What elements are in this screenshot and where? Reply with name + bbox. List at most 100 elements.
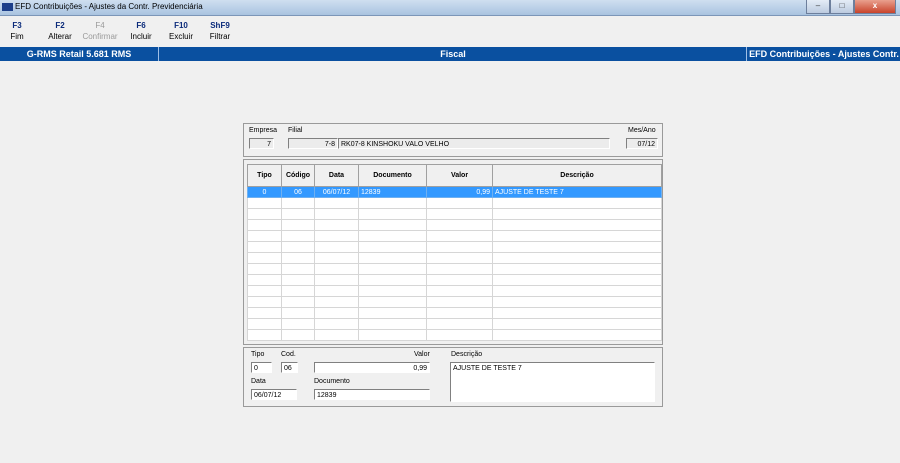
filial-label: Filial — [288, 127, 303, 134]
toolbar-label: Filtrar — [209, 32, 231, 41]
table-row-empty[interactable] — [247, 208, 662, 220]
table-cell-empty — [314, 285, 359, 297]
table-cell-empty — [492, 219, 662, 231]
table-row-empty[interactable] — [247, 274, 662, 286]
toolbar-button-fim[interactable]: F3 Fim — [2, 16, 32, 43]
table-row[interactable]: 0 06 06/07/12 12839 0,99 AJUSTE DE TESTE… — [247, 186, 662, 198]
table-cell-empty — [426, 285, 493, 297]
toolbar-button-excluir[interactable]: F10 Excluir — [164, 16, 198, 43]
table-cell-empty — [358, 296, 427, 308]
cell-codigo: 06 — [281, 186, 315, 198]
table-cell-empty — [426, 274, 493, 286]
toolbar-button-confirmar[interactable]: F4 Confirmar — [80, 16, 120, 43]
table-cell-empty — [426, 252, 493, 264]
column-header-data[interactable]: Data — [314, 164, 359, 187]
documento-input[interactable]: 12839 — [314, 389, 430, 400]
column-header-codigo[interactable]: Código — [281, 164, 315, 187]
table-cell-empty — [492, 318, 662, 330]
descricao-label: Descrição — [451, 351, 483, 358]
table-cell-empty — [281, 230, 315, 242]
data-label: Data — [251, 378, 266, 385]
toolbar-label: Confirmar — [82, 32, 118, 41]
table-cell-empty — [281, 274, 315, 286]
table-row-empty[interactable] — [247, 329, 662, 341]
column-header-tipo[interactable]: Tipo — [247, 164, 282, 187]
table-cell-empty — [281, 219, 315, 231]
table-cell-empty — [426, 241, 493, 253]
table-cell-empty — [281, 318, 315, 330]
maximize-button[interactable]: □ — [830, 0, 854, 14]
table-cell-empty — [314, 241, 359, 253]
table-row-empty[interactable] — [247, 296, 662, 308]
column-header-documento[interactable]: Documento — [358, 164, 427, 187]
toolbar-button-filtrar[interactable]: ShF9 Filtrar — [204, 16, 236, 43]
table-cell-empty — [492, 208, 662, 220]
cell-valor: 0,99 — [426, 186, 493, 198]
table-row-empty[interactable] — [247, 219, 662, 231]
table-cell-empty — [247, 274, 282, 286]
minimize-button[interactable]: – — [806, 0, 830, 14]
table-cell-empty — [247, 285, 282, 297]
table-cell-empty — [247, 318, 282, 330]
table-cell-empty — [358, 263, 427, 275]
table-cell-empty — [281, 252, 315, 264]
table-cell-empty — [314, 318, 359, 330]
table-cell-empty — [492, 296, 662, 308]
table-row-empty[interactable] — [247, 263, 662, 275]
column-header-valor[interactable]: Valor — [426, 164, 493, 187]
table-cell-empty — [492, 230, 662, 242]
status-module: Fiscal — [158, 47, 747, 61]
table-cell-empty — [281, 241, 315, 253]
table-cell-empty — [426, 197, 493, 209]
cell-documento: 12839 — [358, 186, 427, 198]
toolbar-button-incluir[interactable]: F6 Incluir — [124, 16, 158, 43]
table-cell-empty — [426, 307, 493, 319]
table-cell-empty — [314, 197, 359, 209]
cod-input[interactable]: 06 — [281, 362, 298, 373]
table-row-empty[interactable] — [247, 197, 662, 209]
mesano-label: Mes/Ano — [628, 127, 656, 134]
window-controls: – □ x — [806, 0, 896, 14]
table-cell-empty — [314, 296, 359, 308]
grid-panel: Tipo Código Data Documento Valor Descriç… — [243, 159, 663, 354]
table-cell-empty — [358, 285, 427, 297]
tipo-input[interactable]: 0 — [251, 362, 272, 373]
table-cell-empty — [247, 219, 282, 231]
table-cell-empty — [314, 263, 359, 275]
table-cell-empty — [314, 329, 359, 341]
table-cell-empty — [358, 230, 427, 242]
table-row-empty[interactable] — [247, 285, 662, 297]
table-cell-empty — [358, 252, 427, 264]
table-row-empty[interactable] — [247, 252, 662, 264]
table-cell-empty — [358, 219, 427, 231]
table-row-empty[interactable] — [247, 318, 662, 330]
table-row-empty[interactable] — [247, 307, 662, 319]
toolbar-key: F10 — [174, 21, 188, 30]
table-cell-empty — [426, 318, 493, 330]
table-row-empty[interactable] — [247, 230, 662, 242]
toolbar-key: F6 — [136, 21, 146, 30]
toolbar-key: F3 — [12, 21, 22, 30]
app-icon — [2, 3, 13, 11]
table-row-empty[interactable] — [247, 241, 662, 253]
filial-code-field: 7-8 — [288, 138, 338, 149]
table-cell-empty — [247, 230, 282, 242]
valor-input[interactable]: 0,99 — [314, 362, 430, 373]
table-cell-empty — [247, 208, 282, 220]
table-cell-empty — [492, 285, 662, 297]
empresa-label: Empresa — [249, 127, 278, 134]
empresa-field: 7 — [249, 138, 274, 149]
table-cell-empty — [281, 285, 315, 297]
close-button[interactable]: x — [854, 0, 896, 14]
table-cell-empty — [492, 197, 662, 209]
table-cell-empty — [492, 274, 662, 286]
column-header-descricao[interactable]: Descrição — [492, 164, 662, 187]
table-cell-empty — [358, 241, 427, 253]
table-cell-empty — [314, 219, 359, 231]
adjustments-table: Tipo Código Data Documento Valor Descriç… — [247, 164, 662, 341]
data-input[interactable]: 06/07/12 — [251, 389, 297, 400]
documento-label: Documento — [314, 378, 350, 385]
descricao-textarea[interactable]: AJUSTE DE TESTE 7 — [450, 362, 655, 402]
function-key-toolbar: F3 Fim F2 Alterar F4 Confirmar F6 Inclui… — [0, 16, 900, 44]
toolbar-button-alterar[interactable]: F2 Alterar — [43, 16, 77, 43]
